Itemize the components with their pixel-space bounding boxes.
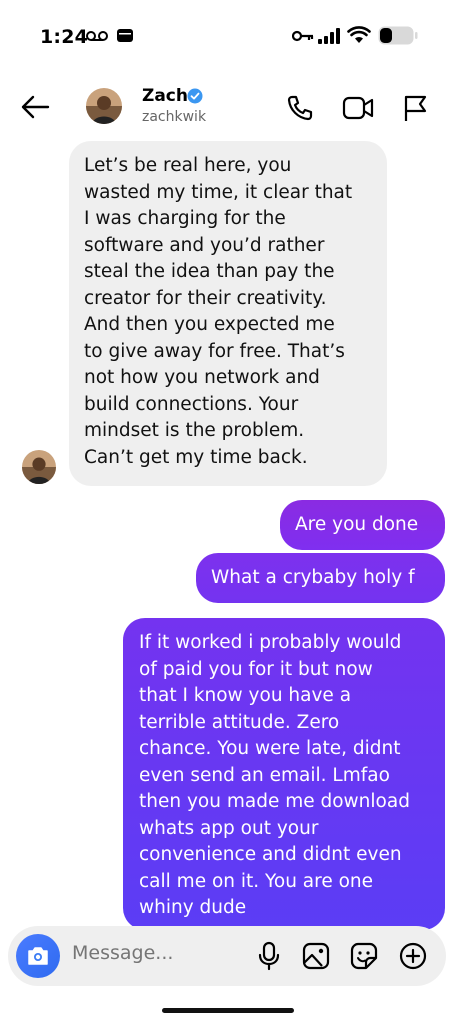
contact-handle[interactable]: zachkwik [142, 109, 206, 125]
status-bar: 1:24 [0, 0, 456, 70]
message-bubble-sent[interactable]: What a crybaby holy f [196, 553, 445, 603]
home-indicator [162, 1008, 294, 1013]
microphone-icon[interactable] [253, 940, 285, 972]
wallet-icon [117, 29, 133, 42]
message-bubble-sent[interactable]: If it worked i probably would of paid yo… [123, 618, 445, 930]
contact-name[interactable]: Zach [142, 86, 188, 106]
plus-circle-icon[interactable] [397, 940, 429, 972]
camera-icon [28, 947, 48, 965]
message-bubble-received[interactable]: Let’s be real here, you wasted my time, … [69, 141, 387, 486]
message-composer [8, 926, 446, 986]
voicemail-icon [86, 31, 108, 41]
video-icon[interactable] [342, 95, 374, 121]
contact-avatar[interactable] [86, 88, 122, 124]
phone-icon[interactable] [286, 94, 314, 122]
message-bubble-sent[interactable]: Are you done [280, 500, 445, 550]
flag-icon[interactable] [403, 94, 429, 122]
camera-button[interactable] [16, 934, 60, 978]
message-avatar[interactable] [22, 450, 56, 484]
signal-icon [318, 28, 340, 44]
key-icon [292, 30, 314, 42]
status-time: 1:24 [40, 26, 89, 48]
wifi-icon [347, 26, 371, 43]
verified-icon [187, 88, 203, 104]
battery-icon [378, 26, 418, 45]
back-arrow-icon[interactable] [20, 94, 50, 120]
message-input[interactable] [72, 942, 222, 964]
sticker-icon[interactable] [348, 940, 380, 972]
image-icon[interactable] [300, 940, 332, 972]
conversation-header: Zach zachkwik [0, 78, 456, 140]
